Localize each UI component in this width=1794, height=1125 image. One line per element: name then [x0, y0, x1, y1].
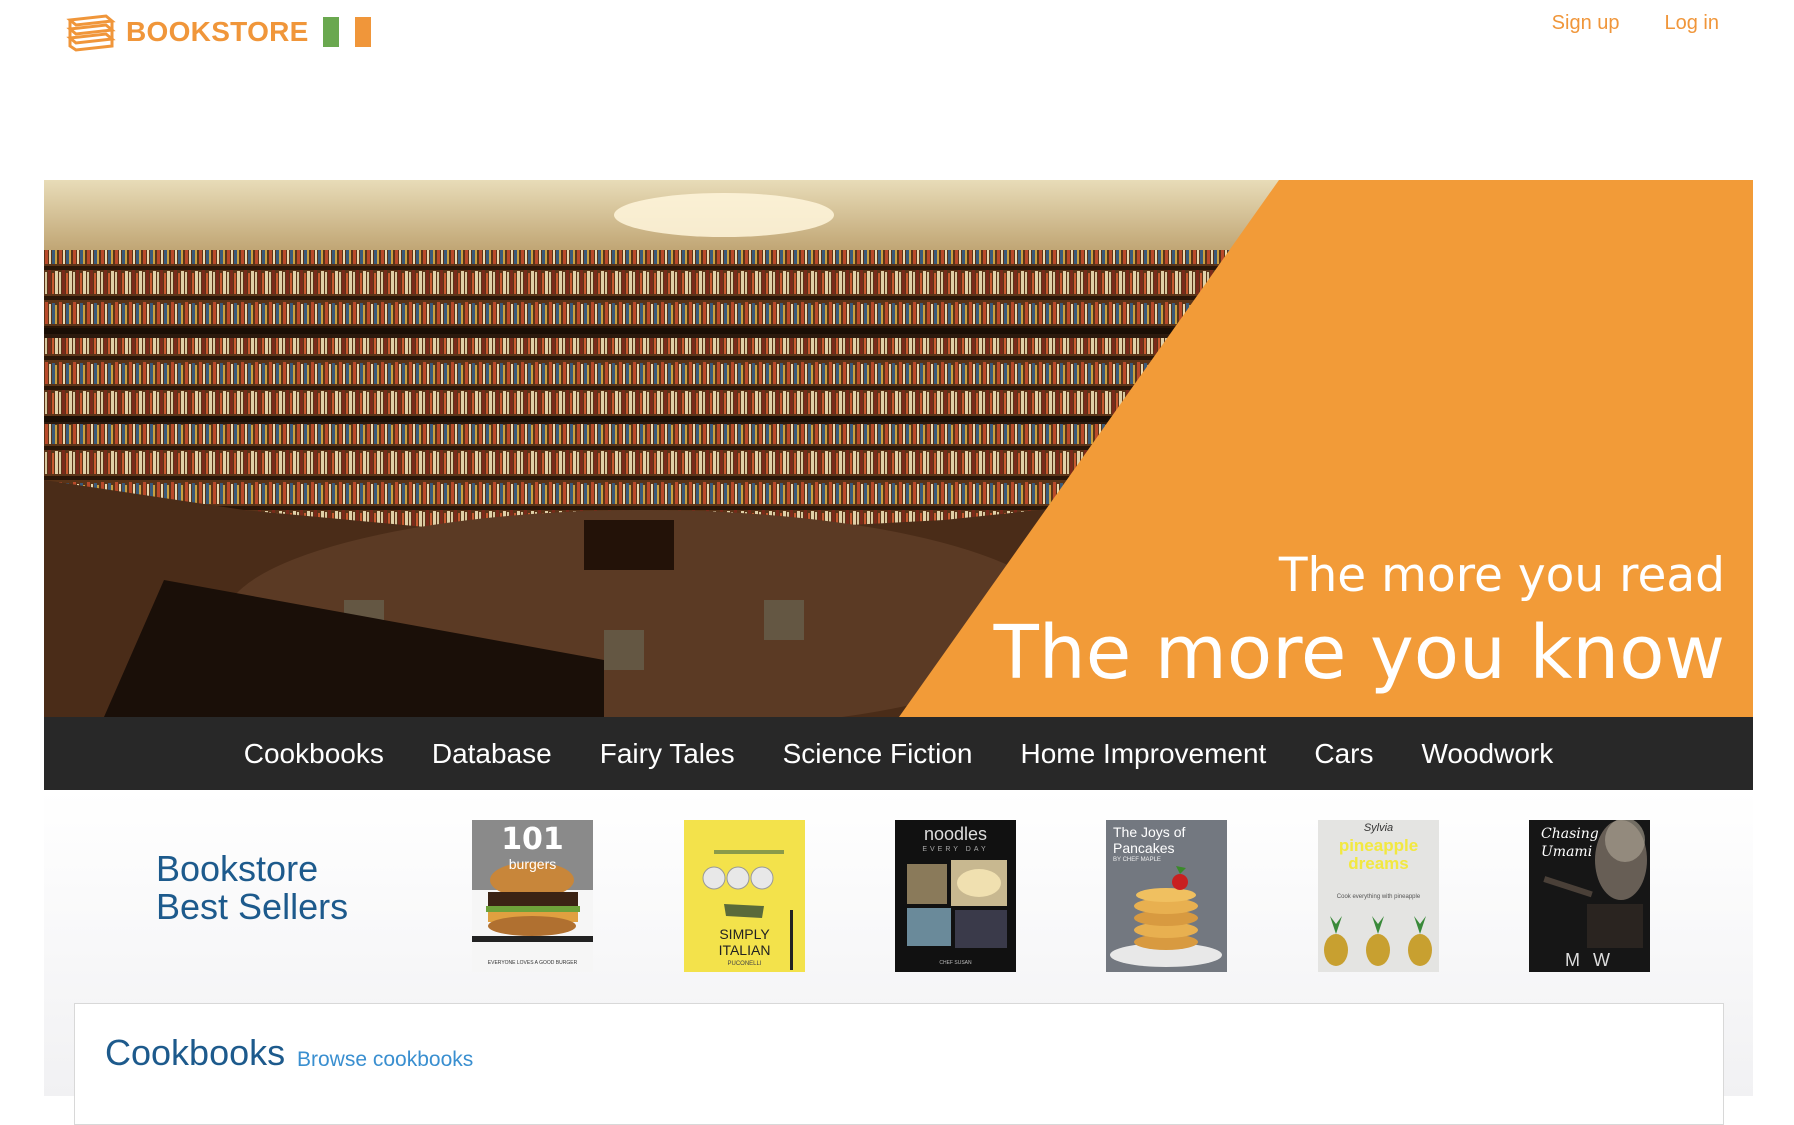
- best-sellers-title-line2: Best Sellers: [156, 886, 349, 927]
- book-cover-pineapple-dreams[interactable]: Sylvia pineapple dreams Cook everything …: [1318, 820, 1439, 972]
- book-1-subtitle: burgers: [508, 856, 557, 872]
- hero-banner: The more you read The more you know: [44, 180, 1753, 717]
- book-cover-joys-of-pancakes[interactable]: The Joys of Pancakes BY CHEF MAPLE: [1106, 820, 1227, 972]
- book-3-author: CHEF SUSAN: [939, 960, 972, 966]
- best-sellers-title-line1: Bookstore: [156, 848, 319, 889]
- login-link[interactable]: Log in: [1665, 12, 1720, 35]
- book-1-title: 101: [501, 822, 564, 857]
- book-2-subtitle: ITALIAN: [718, 942, 771, 958]
- book-5-subtitle: dreams: [1348, 854, 1409, 873]
- book-6-author: M W: [1565, 950, 1614, 970]
- book-cover-simply-italian[interactable]: SIMPLY ITALIAN PUCONELLI: [684, 820, 805, 972]
- book-4-title: The Joys of: [1113, 824, 1186, 840]
- nav-cookbooks[interactable]: Cookbooks: [244, 738, 384, 770]
- book-1-tagline: EVERYONE LOVES A GOOD BURGER: [487, 960, 578, 966]
- browse-cookbooks-link[interactable]: Browse cookbooks: [297, 1048, 473, 1072]
- book-2-author: PUCONELLI: [727, 961, 762, 967]
- auth-links: Sign up Log in: [1552, 12, 1719, 35]
- nav-database[interactable]: Database: [432, 738, 552, 770]
- book-5-tagline: Cook everything with pineapple: [1336, 894, 1421, 900]
- hero-tagline-small: The more you read: [1278, 548, 1725, 603]
- nav-science-fiction[interactable]: Science Fiction: [783, 738, 973, 770]
- best-sellers-title: Bookstore Best Sellers: [156, 850, 348, 926]
- nav-fairy-tales[interactable]: Fairy Tales: [600, 738, 735, 770]
- book-cover-101-burgers[interactable]: 101 burgers EVERYONE LOVES A GOOD BURGER: [472, 820, 593, 972]
- books-stack-icon: [66, 14, 116, 52]
- book-6-title: Chasing: [1541, 826, 1599, 842]
- logo-text: BOOKSTORE: [126, 16, 309, 47]
- category-nav: Cookbooks Database Fairy Tales Science F…: [44, 717, 1753, 790]
- book-2-title: SIMPLY: [719, 926, 770, 942]
- book-3-title: noodles: [923, 824, 988, 844]
- book-6-subtitle: Umami: [1541, 844, 1593, 860]
- book-cover-noodles[interactable]: noodles EVERY DAY CHEF SUSAN: [895, 820, 1016, 972]
- signup-link[interactable]: Sign up: [1552, 12, 1620, 35]
- irish-flag-icon: [322, 17, 371, 47]
- hero-tagline-large: The more you know: [993, 610, 1725, 696]
- book-5-author: Sylvia: [1363, 822, 1394, 834]
- cookbooks-section: Cookbooks Browse cookbooks: [74, 1003, 1724, 1125]
- nav-home-improvement[interactable]: Home Improvement: [1020, 738, 1266, 770]
- nav-woodwork[interactable]: Woodwork: [1421, 738, 1553, 770]
- cookbooks-section-title: Cookbooks: [105, 1032, 286, 1073]
- book-4-author: BY CHEF MAPLE: [1113, 857, 1161, 863]
- book-cover-chasing-umami[interactable]: Chasing Umami M W: [1529, 820, 1650, 972]
- nav-cars[interactable]: Cars: [1314, 738, 1373, 770]
- book-5-title: pineapple: [1338, 836, 1419, 855]
- book-3-subtitle: EVERY DAY: [922, 846, 989, 853]
- site-logo[interactable]: BOOKSTORE: [66, 12, 371, 52]
- book-4-subtitle: Pancakes: [1113, 840, 1175, 856]
